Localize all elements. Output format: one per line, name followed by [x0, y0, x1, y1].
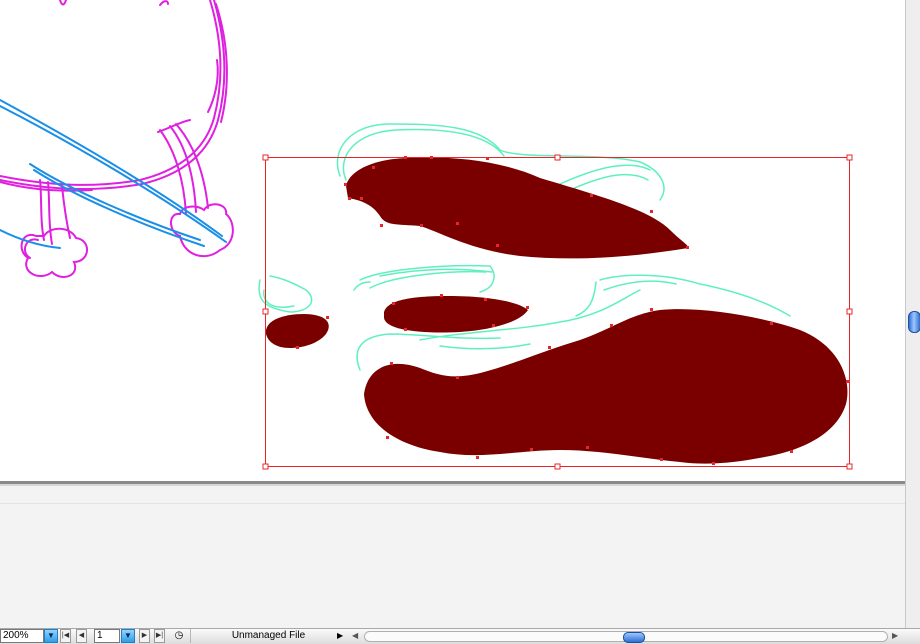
next-page-icon: ▶ — [141, 632, 148, 639]
horizontal-scroll-thumb[interactable] — [623, 632, 645, 643]
next-page-button[interactable]: ▶ — [139, 629, 150, 643]
first-page-icon: |◀ — [61, 632, 70, 639]
pasteboard[interactable] — [0, 481, 905, 628]
horizontal-scrollbar[interactable] — [364, 631, 888, 643]
zoom-field[interactable]: 200% — [0, 629, 44, 643]
magenta-sketch — [0, 0, 234, 278]
artwork[interactable] — [0, 0, 905, 481]
page-dropdown-button[interactable]: ▼ — [121, 629, 135, 643]
chevron-down-icon: ▼ — [47, 631, 55, 640]
status-menu-triangle-icon[interactable]: ▶ — [337, 629, 347, 643]
last-page-icon: ▶| — [155, 632, 164, 639]
previous-page-button[interactable]: ◀ — [76, 629, 87, 643]
version-cue-icon[interactable]: ◷ — [172, 629, 186, 643]
zoom-dropdown-button[interactable]: ▼ — [44, 629, 58, 643]
artboard-canvas[interactable] — [0, 0, 905, 481]
page-number-field[interactable]: 1 — [94, 629, 120, 643]
status-bar: 200% ▼ |◀ ◀ 1 ▼ ▶ ▶| ◷ Unmanaged File ▶ … — [0, 628, 920, 644]
vertical-scrollbar[interactable] — [905, 0, 920, 628]
prev-page-icon: ◀ — [78, 632, 85, 639]
last-page-button[interactable]: ▶| — [154, 629, 165, 643]
scroll-right-icon[interactable]: ▶ — [892, 629, 902, 643]
first-page-button[interactable]: |◀ — [60, 629, 71, 643]
status-text[interactable]: Unmanaged File — [190, 629, 346, 643]
scroll-left-icon[interactable]: ◀ — [352, 629, 362, 643]
dark-red-shapes — [265, 157, 848, 464]
pasteboard-guide — [0, 503, 905, 504]
vertical-scroll-thumb[interactable] — [908, 311, 920, 333]
chevron-down-icon: ▼ — [124, 631, 132, 640]
artboard-edge-shadow — [0, 484, 905, 486]
